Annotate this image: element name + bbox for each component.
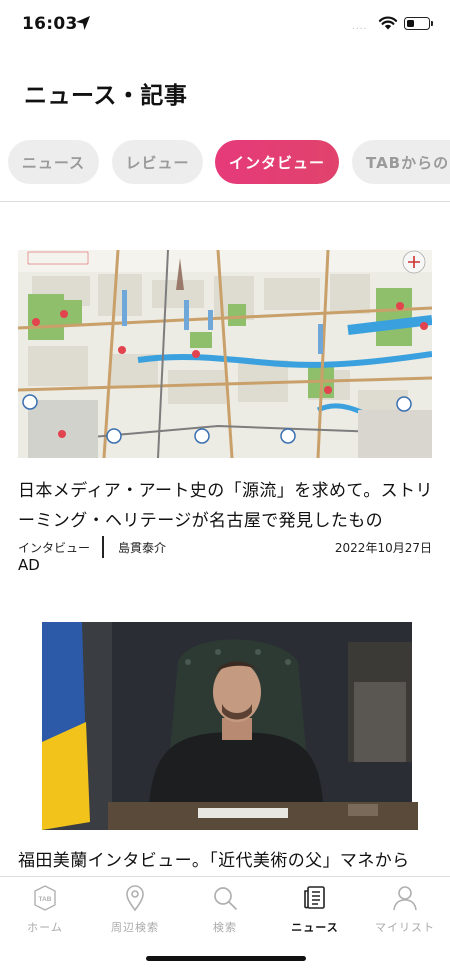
article-title[interactable]: 日本メディア・アート史の「源流」を求めて。ストリーミング・ヘリテージが名古屋で発… [18,476,438,536]
article-author: 島貫泰介 [118,541,167,555]
article-date: 2022年10月27日 [334,541,432,555]
ad-badge: AD [18,556,40,574]
home-indicator [146,956,306,961]
location-arrow-icon [76,16,90,30]
status-bar: 16:03 .... [0,0,450,52]
nav-label: 周辺検索 [111,921,159,934]
article-category: インタビュー [18,541,91,555]
nav-label: ニュース [291,921,339,934]
map-pin-icon [126,885,144,912]
tab-news[interactable]: ニュース [8,140,99,184]
nav-news[interactable]: ニュース [270,883,360,943]
battery-level-fill [406,19,414,27]
photo-illustration [42,622,418,830]
article-meta: インタビュー 島貫泰介 2022年10月27日 [18,536,432,558]
nav-label: ホーム [27,921,63,934]
page-title: ニュース・記事 [24,83,188,109]
nav-nearby[interactable]: 周辺検索 [90,883,180,943]
tab-review[interactable]: レビュー [112,140,203,184]
nav-search[interactable]: 検索 [180,883,270,943]
tab-logo-icon: TAB [34,885,56,911]
meta-separator [102,536,104,558]
nav-label: 検索 [213,921,237,934]
svg-text:TAB: TAB [39,896,52,903]
battery-cap [431,21,433,26]
nav-mylist[interactable]: マイリスト [360,883,450,943]
category-tabs: ニュース レビュー インタビュー TABからの [0,136,450,188]
tab-interview[interactable]: インタビュー [215,140,339,184]
article-thumbnail-map[interactable] [18,250,432,458]
signal-dots: .... [352,22,368,32]
article-thumbnail-photo[interactable] [18,622,432,830]
tab-bar-divider [0,201,450,202]
nav-home[interactable]: TAB ホーム [0,883,90,943]
news-icon [304,886,325,909]
search-icon [214,887,237,910]
wifi-icon [378,16,398,30]
nav-label: マイリスト [375,921,435,934]
article-title[interactable]: 福田美蘭インタビュー。「近代美術の父」マネから [18,846,438,876]
battery-icon [404,17,430,30]
status-time: 16:03 [22,14,78,34]
person-icon [393,886,417,911]
map-illustration [18,250,432,458]
tab-from-tab[interactable]: TABからの [352,140,450,184]
